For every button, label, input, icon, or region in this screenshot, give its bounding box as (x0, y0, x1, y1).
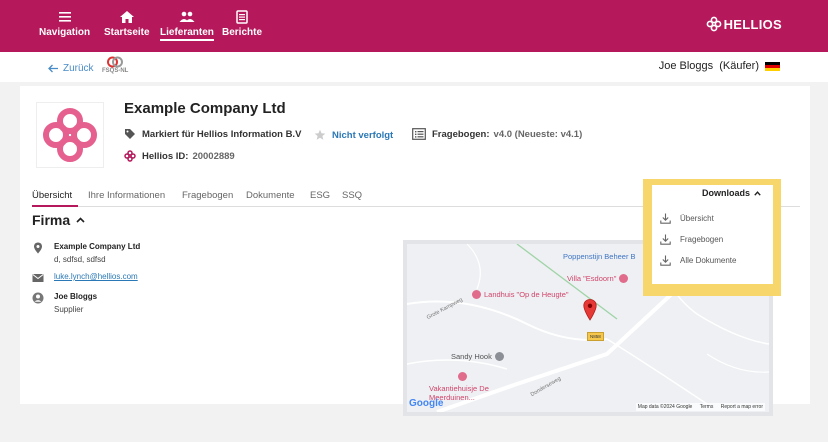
map-report-link[interactable]: Report a map error (721, 404, 763, 410)
nav-navigation-label: Navigation (39, 27, 91, 38)
download-alle-dokumente-label: Alle Dokumente (680, 256, 737, 265)
nav-berichte-label: Berichte (222, 27, 263, 38)
mail-icon (32, 274, 44, 282)
menu-icon (58, 12, 71, 22)
map-marker-icon[interactable] (583, 299, 597, 321)
email-link[interactable]: luke.lynch@hellios.com (54, 272, 138, 281)
fsqs-label: FSQS-NL (102, 68, 129, 74)
chevron-up-icon (76, 217, 85, 223)
tab-dokumente[interactable]: Dokumente (246, 190, 295, 201)
location-pin-icon (34, 242, 42, 254)
hellios-knot-icon (706, 16, 721, 32)
contact-name: Joe Bloggs (54, 292, 98, 301)
map-poi-villa[interactable]: Villa "Esdoorn" (567, 274, 631, 283)
downloads-toggle[interactable]: Downloads (702, 188, 761, 198)
download-alle-dokumente[interactable]: Alle Dokumente (660, 255, 736, 266)
pink-place-icon (619, 274, 629, 283)
tab-esg[interactable]: ESG (310, 190, 330, 201)
pink-place-icon (458, 372, 467, 381)
section-header[interactable]: Firma (32, 212, 85, 228)
tag-icon (125, 129, 135, 139)
map-attribution: Map data ©2024 Google Terms Report a map… (635, 403, 765, 411)
hellios-knot-icon (124, 150, 136, 162)
contact-block: Joe Bloggs Supplier (32, 292, 212, 316)
map-data-credit: Map data ©2024 Google (637, 404, 693, 410)
fsqs-badge: FSQS-NL (102, 56, 128, 74)
questionnaire-label: Fragebogen: (432, 128, 490, 140)
highway-shield: N858 (587, 332, 604, 341)
nav-startseite[interactable]: Startseite (104, 10, 150, 38)
address-line: d, sdfsd, sdfsd (54, 255, 106, 264)
reports-icon (236, 10, 248, 24)
hellios-id-value: 20002889 (192, 150, 235, 162)
tag-row: Markiert für Hellios Information B.V (124, 128, 301, 140)
fsqs-logo-icon (107, 56, 124, 68)
back-link[interactable]: Zurück (48, 63, 94, 74)
tab-uebersicht[interactable]: Übersicht (32, 190, 72, 201)
download-fragebogen[interactable]: Fragebogen (660, 234, 723, 245)
nav-berichte[interactable]: Berichte (222, 10, 262, 38)
company-logo (36, 102, 104, 168)
nav-lieferanten[interactable]: Lieferanten (160, 10, 214, 41)
user-circle-icon (32, 292, 44, 304)
poi-label-vakantie: Vakantiehuisje De (429, 384, 489, 393)
download-icon (660, 213, 671, 224)
poi-label-villa: Villa "Esdoorn" (567, 274, 617, 283)
email-block: luke.lynch@hellios.com (32, 272, 212, 286)
tab-ihre-informationen[interactable]: Ihre Informationen (88, 190, 165, 201)
user-menu[interactable]: Joe Bloggs (Käufer) (659, 60, 780, 72)
company-logo-knot-icon (43, 108, 97, 162)
download-icon (660, 234, 671, 245)
map-poi-vakantie[interactable] (455, 372, 470, 381)
nav-startseite-label: Startseite (104, 27, 150, 38)
map-poi-sandy-hook[interactable]: Sandy Hook (451, 352, 507, 361)
brand-name: HELLIOS (723, 16, 782, 32)
users-icon (179, 11, 195, 22)
company-name: Example Company Ltd (124, 100, 286, 117)
tab-ssq[interactable]: SSQ (342, 190, 362, 201)
germany-flag-icon (765, 61, 780, 71)
download-icon (660, 255, 671, 266)
questionnaire-version: v4.0 (Neueste: v4.1) (493, 128, 583, 140)
nav-navigation[interactable]: Navigation (39, 10, 90, 38)
back-label: Zurück (63, 63, 94, 74)
hellios-id-label: Hellios ID: (142, 150, 189, 162)
hellios-id-row: Hellios ID: 20002889 (124, 150, 235, 162)
list-icon (412, 128, 426, 140)
hellios-logo[interactable]: HELLIOS (706, 16, 782, 32)
poi-label-poppenstijn: Poppenstijn Beheer B (563, 252, 636, 261)
tag-label: Markiert für Hellios Information B.V (142, 128, 302, 140)
map-poi-poppenstijn[interactable]: Poppenstijn Beheer B (563, 252, 636, 261)
pink-place-icon (472, 290, 481, 299)
sub-header: Zurück FSQS-NL Joe Bloggs (Käufer) (0, 52, 828, 82)
map-terms-link[interactable]: Terms (700, 404, 714, 410)
home-icon (119, 11, 134, 23)
nav-lieferanten-label: Lieferanten (160, 27, 214, 41)
top-navigation-bar: Navigation Startseite Lieferanten Berich… (0, 0, 828, 52)
follow-label: Nicht verfolgt (332, 129, 394, 141)
arrow-left-icon (48, 64, 58, 73)
questionnaire-row: Fragebogen: v4.0 (Neueste: v4.1) (412, 128, 582, 140)
grey-place-icon (494, 352, 504, 361)
address-block: Example Company Ltd d, sdfsd, sdfsd (32, 242, 212, 266)
download-fragebogen-label: Fragebogen (680, 235, 724, 244)
map-poi-landhuis[interactable]: Landhuis "Op de Heugte" (469, 290, 569, 299)
active-tab-indicator (32, 205, 78, 207)
downloads-label: Downloads (701, 188, 750, 198)
follow-toggle[interactable]: Nicht verfolgt (314, 129, 393, 141)
chevron-up-icon (754, 190, 761, 196)
poi-label-landhuis: Landhuis "Op de Heugte" (484, 290, 569, 299)
tab-fragebogen[interactable]: Fragebogen (182, 190, 233, 201)
poi-label-sandy: Sandy Hook (451, 352, 492, 361)
download-uebersicht[interactable]: Übersicht (660, 213, 714, 224)
contact-role: Supplier (54, 305, 84, 314)
downloads-dropdown: Downloads Übersicht Fragebogen Alle Doku… (652, 185, 773, 284)
download-uebersicht-label: Übersicht (680, 214, 714, 223)
google-logo: Google (409, 398, 444, 409)
section-title: Firma (32, 212, 71, 228)
user-label: Joe Bloggs (Käufer) (658, 60, 759, 72)
star-icon (314, 129, 326, 140)
address-company-name: Example Company Ltd (54, 242, 141, 251)
